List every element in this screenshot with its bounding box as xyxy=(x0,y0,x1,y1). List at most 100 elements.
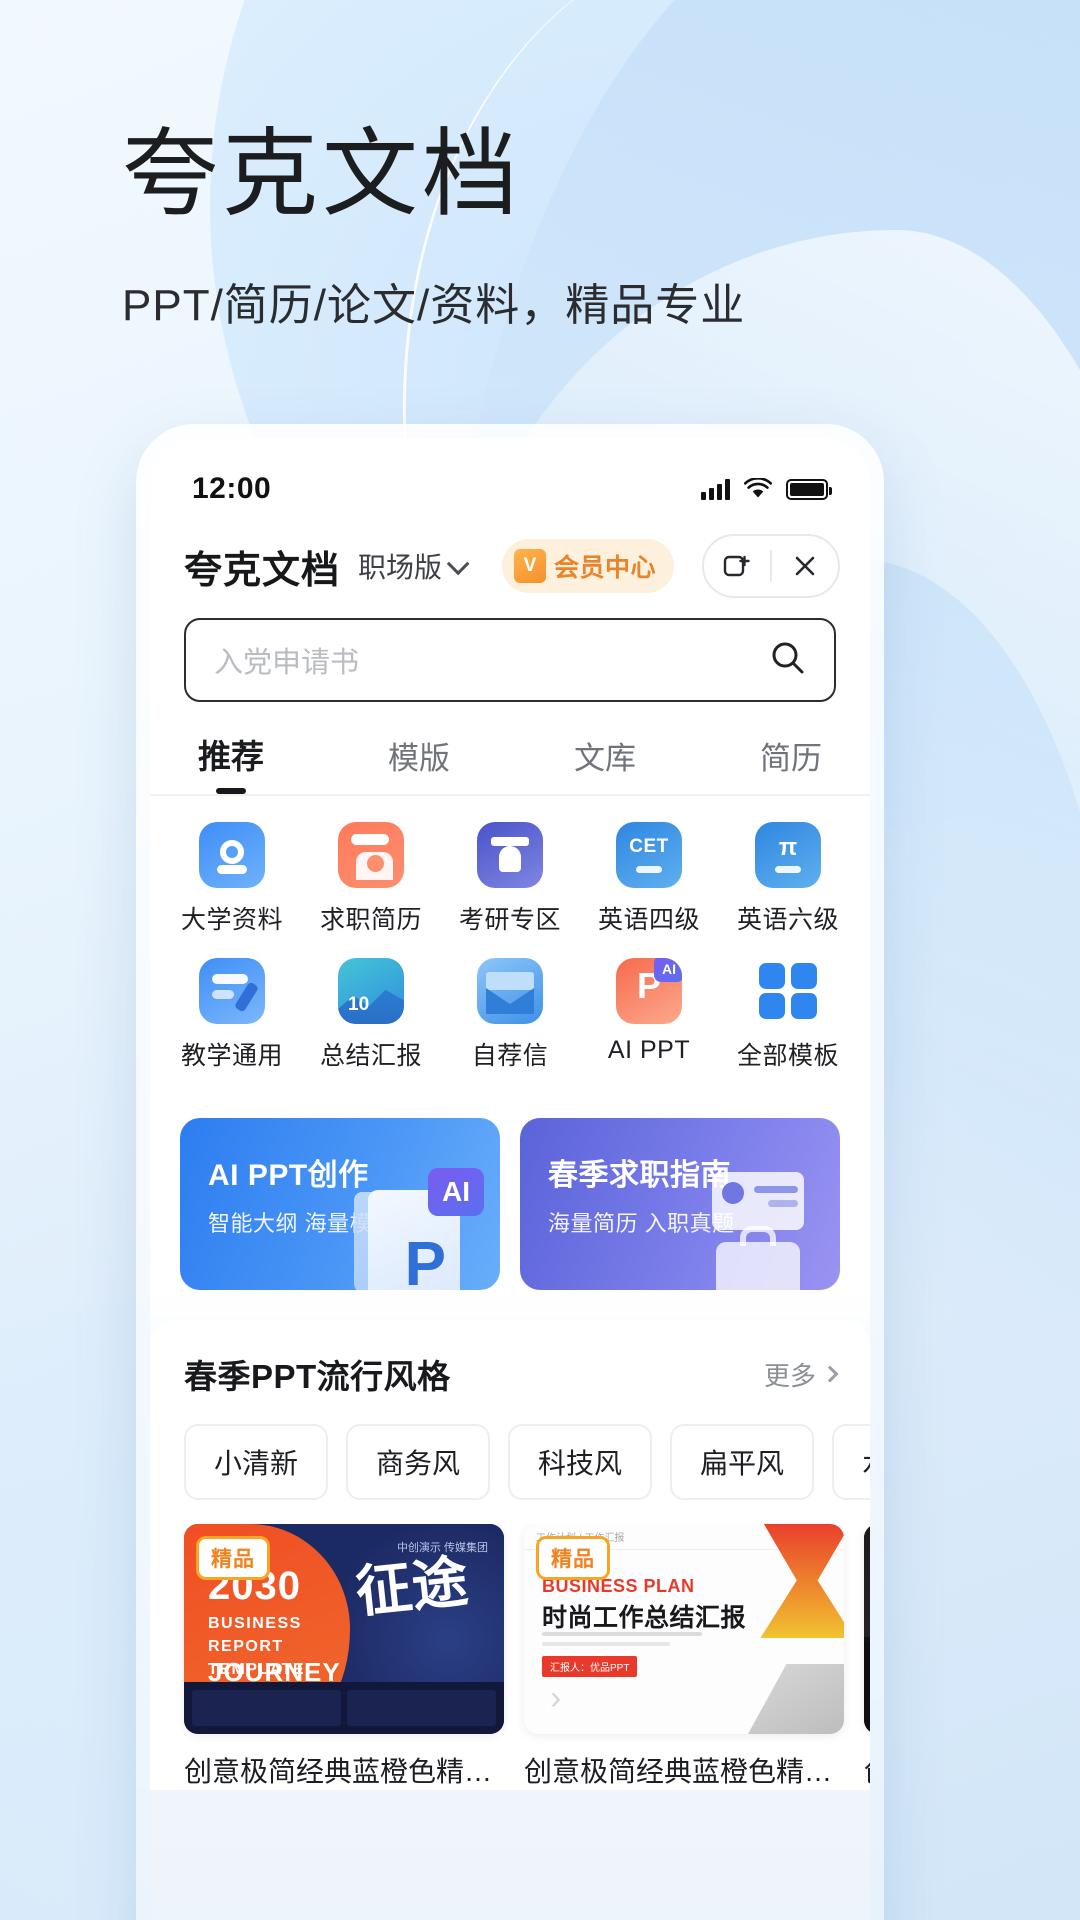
search-input[interactable]: 入党申请书 xyxy=(214,639,359,681)
quick-entry-grid: 大学资料 求职简历 考研专区 CET 英语四级 π 英语六级 教学通用 10 总… xyxy=(150,796,870,1100)
template-caption: 创意极简经典蓝橙色精… xyxy=(184,1756,493,1787)
cover-letter-icon xyxy=(477,958,543,1024)
quick-entry-teaching-general[interactable]: 教学通用 xyxy=(176,958,288,1072)
template-thumbnail[interactable]: 精品 中创演示 传媒集团 2030 BUSINESS REPORT TEMPLA… xyxy=(184,1524,504,1734)
quick-entry-row-1: 大学资料 求职简历 考研专区 CET 英语四级 π 英语六级 xyxy=(176,822,844,936)
tab-templates[interactable]: 模版 xyxy=(388,733,450,794)
tab-resume[interactable]: 简历 xyxy=(760,733,822,794)
chevron-down-icon xyxy=(446,552,470,576)
phone-mockup: 12:00 夸克文档 职场版 V 会员中心 入党申请书 推荐 模版 文库 简历 … xyxy=(136,424,884,1920)
search-icon[interactable] xyxy=(768,638,808,683)
chevron-right-icon xyxy=(821,1365,839,1383)
template-caption: 创意 xyxy=(864,1750,870,1790)
quick-entry-label: 考研专区 xyxy=(458,906,561,934)
close-icon xyxy=(795,556,815,576)
template-card[interactable]: 精品 中创演示 传媒集团 2030 BUSINESS REPORT TEMPLA… xyxy=(184,1524,504,1790)
edition-selector[interactable]: 职场版 xyxy=(358,546,470,586)
banner-ppt-letter: P xyxy=(404,1230,446,1291)
banner-spring-job-guide[interactable]: 春季求职指南 海量简历 入职真题 xyxy=(520,1118,840,1290)
vip-badge-icon: V xyxy=(513,549,546,583)
banner-ai-badge: AI xyxy=(428,1168,484,1216)
style-chip-row[interactable]: 小清新 商务风 科技风 扁平风 水墨画 xyxy=(150,1398,870,1524)
app-brand: 夸克文档 xyxy=(184,549,341,592)
add-window-button[interactable] xyxy=(704,536,770,596)
quick-entry-label: 求职简历 xyxy=(319,906,422,934)
quick-entry-label: 大学资料 xyxy=(180,906,283,934)
quick-entry-label: 全部模板 xyxy=(736,1042,839,1070)
ai-badge-text: AI xyxy=(654,958,682,982)
quick-entry-job-resume[interactable]: 求职简历 xyxy=(315,822,427,936)
tab-library[interactable]: 文库 xyxy=(574,733,636,794)
quick-entry-label: 总结汇报 xyxy=(319,1042,422,1070)
search-section: 入党申请书 xyxy=(150,606,870,702)
graduate-exam-icon xyxy=(477,822,543,888)
add-window-icon xyxy=(723,555,750,577)
app-header: 夸克文档 职场版 V 会员中心 xyxy=(150,512,870,606)
quick-entry-summary-report[interactable]: 10 总结汇报 xyxy=(315,958,427,1072)
status-time: 12:00 xyxy=(192,472,272,505)
quick-entry-ai-ppt[interactable]: P AI AI PPT xyxy=(593,958,705,1072)
template-thumbnail[interactable]: 工作计划 / 工作汇报 精品 BUSINESS PLAN 时尚工作总结汇报 汇报… xyxy=(524,1524,844,1734)
cet4-badge-text: CET xyxy=(629,836,669,857)
quick-entry-label: AI PPT xyxy=(607,1036,691,1064)
quick-entry-cover-letter[interactable]: 自荐信 xyxy=(454,958,566,1072)
template-card[interactable]: 工作计划 / 工作汇报 精品 BUSINESS PLAN 时尚工作总结汇报 汇报… xyxy=(524,1524,844,1790)
quick-entry-label: 自荐信 xyxy=(471,1042,549,1070)
phone-screen: 12:00 夸克文档 职场版 V 会员中心 入党申请书 推荐 模版 文库 简历 … xyxy=(150,438,870,1920)
thumb-chinese-title: 征途 xyxy=(353,1551,471,1625)
edition-label: 职场版 xyxy=(358,552,443,583)
quick-entry-cet4[interactable]: CET 英语四级 xyxy=(593,822,705,936)
status-icons xyxy=(701,477,832,500)
style-chip[interactable]: 科技风 xyxy=(508,1424,653,1500)
vip-center-label: 会员中心 xyxy=(553,554,656,582)
banner-ai-ppt-artwork: P AI xyxy=(344,1148,494,1290)
teaching-general-icon xyxy=(199,958,265,1024)
summary-report-icon: 10 xyxy=(338,958,404,1024)
quick-entry-label: 教学通用 xyxy=(180,1042,283,1070)
quality-badge: 精品 xyxy=(536,1536,610,1580)
style-chip[interactable]: 商务风 xyxy=(346,1424,491,1500)
job-resume-icon xyxy=(338,822,404,888)
quick-entry-label: 英语六级 xyxy=(736,906,839,934)
banner-job-artwork xyxy=(696,1146,826,1290)
quick-entry-cet6[interactable]: π 英语六级 xyxy=(732,822,844,936)
hero-section: 夸克文档 PPT/简历/论文/资料，精品专业 xyxy=(122,118,745,333)
cet4-icon: CET xyxy=(616,822,682,888)
section-title: 春季PPT流行风格 xyxy=(184,1358,451,1395)
template-thumbnail[interactable]: 精品 xyxy=(864,1524,870,1734)
search-bar[interactable]: 入党申请书 xyxy=(184,618,836,702)
ai-ppt-icon: P AI xyxy=(616,958,682,1024)
quick-entry-label: 英语四级 xyxy=(597,906,700,934)
quality-badge: 精品 xyxy=(196,1536,270,1580)
style-chip[interactable]: 小清新 xyxy=(184,1424,329,1500)
vip-center-button[interactable]: V 会员中心 xyxy=(501,539,674,593)
style-chip[interactable]: 水墨画 xyxy=(832,1424,870,1500)
section-header: 春季PPT流行风格 更多 xyxy=(150,1350,870,1398)
cet6-badge-text: π xyxy=(778,834,798,861)
tab-recommend[interactable]: 推荐 xyxy=(198,730,264,794)
quick-entry-university-materials[interactable]: 大学资料 xyxy=(176,822,288,936)
quick-entry-graduate-exam[interactable]: 考研专区 xyxy=(454,822,566,936)
hero-subtitle: PPT/简历/论文/资料，精品专业 xyxy=(122,281,746,331)
template-card-row[interactable]: 精品 中创演示 传媒集团 2030 BUSINESS REPORT TEMPLA… xyxy=(150,1524,870,1790)
style-section: 春季PPT流行风格 更多 小清新 商务风 科技风 扁平风 水墨画 xyxy=(150,1320,870,1790)
tab-bar: 推荐 模版 文库 简历 xyxy=(150,702,870,796)
thumb-title: 时尚工作总结汇报 xyxy=(542,1604,747,1632)
cet6-icon: π xyxy=(755,822,821,888)
wifi-icon xyxy=(743,477,773,500)
close-button[interactable] xyxy=(772,536,838,596)
thumb-tag: 汇报人：优品PPT xyxy=(542,1656,638,1677)
status-bar: 12:00 xyxy=(150,438,870,512)
banner-ai-ppt[interactable]: AI PPT创作 智能大纲 海量模板 P AI xyxy=(180,1118,500,1290)
section-more-label: 更多 xyxy=(763,1360,816,1391)
university-materials-icon xyxy=(199,822,265,888)
hero-title: 夸克文档 xyxy=(122,121,522,228)
quick-entry-all-templates[interactable]: 全部模板 xyxy=(732,958,844,1072)
style-chip[interactable]: 扁平风 xyxy=(670,1424,815,1500)
template-card[interactable]: 精品 创意 xyxy=(864,1524,870,1790)
template-caption: 创意极简经典蓝橙色精… xyxy=(524,1756,833,1787)
all-templates-icon xyxy=(755,958,821,1024)
quick-entry-row-2: 教学通用 10 总结汇报 自荐信 P AI AI PPT 全部模板 xyxy=(176,958,844,1072)
section-more-button[interactable]: 更多 xyxy=(763,1356,839,1393)
window-controls xyxy=(702,534,840,598)
